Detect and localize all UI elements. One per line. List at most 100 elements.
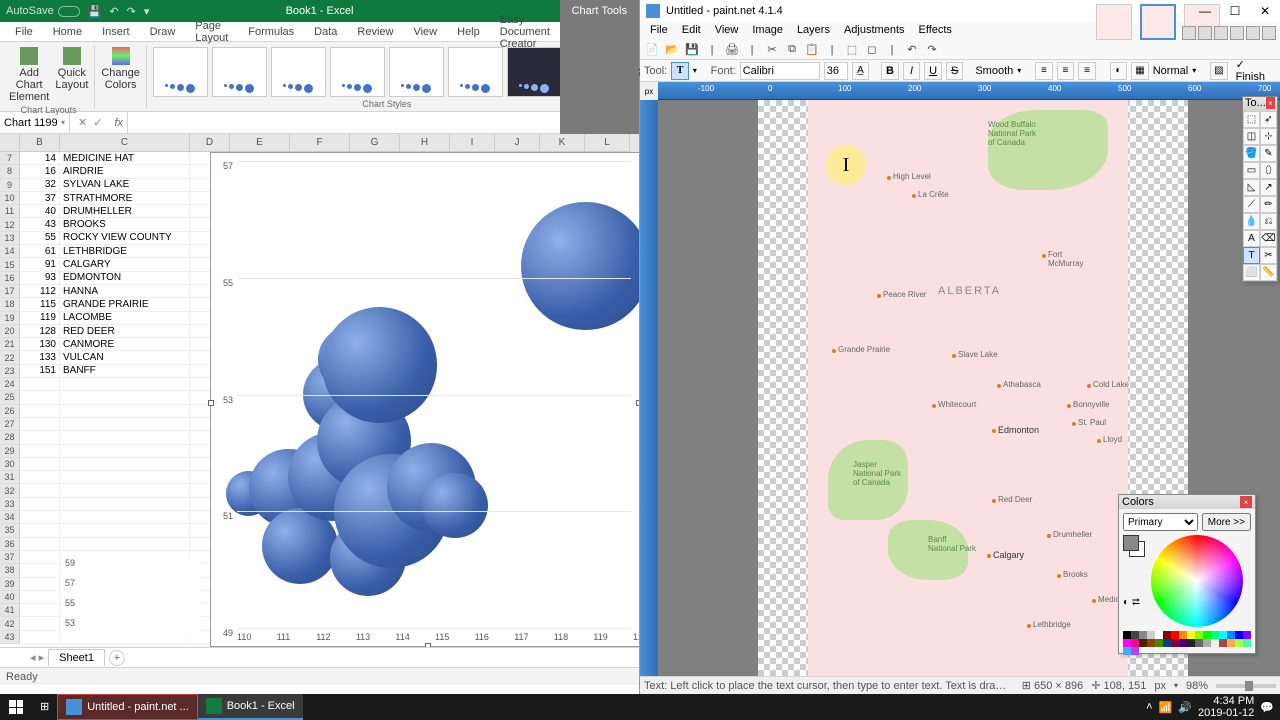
map-image[interactable]: ALBERTA I Wood Buffalo National Park of … [808,100,1128,676]
close-button[interactable]: ✕ [1250,1,1280,21]
palette-swatch[interactable] [1131,647,1139,655]
minimize-button[interactable]: — [1190,1,1220,21]
palette-swatch[interactable] [1147,631,1155,639]
taskbar[interactable]: ⊞ Untitled - paint.net ... Book1 - Excel… [0,694,1280,720]
ribbon-tab-page-layout[interactable]: Page Layout [186,17,237,47]
tool-button[interactable]: ↗ [1260,179,1277,196]
primary-secondary-swatches[interactable] [1123,535,1145,557]
menu-image[interactable]: Image [746,22,789,40]
tool-button[interactable]: ⟋ [1243,196,1260,213]
name-box[interactable]: Chart 1199▾ [0,112,70,133]
palette-swatch[interactable] [1235,639,1243,647]
text-insertion-cursor[interactable]: I [826,145,866,185]
menu-file[interactable]: File [644,22,674,40]
resize-handle[interactable] [636,400,639,406]
palette-swatch[interactable] [1203,639,1211,647]
chart-style-thumb[interactable] [153,47,208,97]
palette-swatch[interactable] [1227,631,1235,639]
palette-swatch[interactable] [1163,631,1171,639]
palette-swatch[interactable] [1219,639,1227,647]
taskbar-item-paintnet[interactable]: Untitled - paint.net ... [57,694,198,720]
ribbon-tab-formulas[interactable]: Formulas [239,23,303,41]
maximize-button[interactable]: ☐ [1220,1,1250,21]
palette-swatch[interactable] [1131,631,1139,639]
palette-swatch[interactable] [1187,631,1195,639]
finish-button[interactable]: ✓ Finish [1236,58,1276,83]
add-chart-element-button[interactable]: Add Chart Element [7,45,51,105]
bold-button[interactable]: B [881,62,899,80]
plot-area[interactable] [237,161,631,626]
ribbon-tab-view[interactable]: View [404,23,446,41]
underline-button[interactable]: U [924,62,942,80]
tools-window[interactable]: To...× ⬚➶◫⊹🪣✎▭⬯◺↗⟋✏💧⎌A⌫T✂⬜📏 [1242,96,1278,282]
tool-button[interactable]: ▭ [1243,162,1260,179]
italic-button[interactable]: I [903,62,921,80]
start-button[interactable] [0,694,32,720]
palette-swatch[interactable] [1219,631,1227,639]
column-headers[interactable]: BCDEFGHIJKL [0,134,639,152]
palette-swatch[interactable] [1227,639,1235,647]
menu-adjustments[interactable]: Adjustments [838,22,911,40]
palette-swatch[interactable] [1171,639,1179,647]
task-view-button[interactable]: ⊞ [32,694,57,720]
palette-swatch[interactable] [1139,639,1147,647]
clock[interactable]: 4:34 PM2019-01-12 [1198,695,1254,719]
sheet-tabs[interactable]: ◂ ▸ Sheet1 + [0,647,639,667]
palette-swatch[interactable] [1243,631,1251,639]
palette-swatch[interactable] [1131,639,1139,647]
chart-style-thumb[interactable] [507,47,562,97]
align-right-button[interactable]: ≡ [1078,62,1096,80]
change-colors-button[interactable]: Change Colors [99,45,142,93]
ribbon-tab-help[interactable]: Help [448,23,489,41]
ribbon-tab-draw[interactable]: Draw [141,23,185,41]
tool-button[interactable]: ✏ [1260,196,1277,213]
font-metrics-button[interactable]: A̲ [852,62,870,80]
bubble-chart[interactable]: 5755535149 11011111211311411511611711811… [210,152,639,647]
align-center-button[interactable]: ≡ [1057,62,1075,80]
align-left-button[interactable]: ≡ [1035,62,1053,80]
zoom-slider[interactable] [1216,684,1276,688]
tool-button[interactable]: ✂ [1260,247,1277,264]
tool-button[interactable]: ➶ [1260,111,1277,128]
palette-swatch[interactable] [1123,631,1131,639]
utility-window-toggles[interactable] [1182,26,1276,40]
text-tool-icon[interactable]: T [671,62,689,80]
menu-edit[interactable]: Edit [676,22,707,40]
palette-swatch[interactable] [1211,639,1219,647]
tool-button[interactable]: ⬯ [1260,162,1277,179]
tool-button[interactable]: A [1243,230,1260,247]
network-icon[interactable]: 📶 [1159,701,1173,714]
antialias-label[interactable]: Smooth [975,65,1013,77]
chart-style-thumb[interactable] [389,47,444,97]
blend-mode-label[interactable]: Normal [1153,65,1188,77]
palette-swatch[interactable] [1155,631,1163,639]
formula-buttons[interactable]: ✕✓ [70,116,110,129]
autosave-toggle[interactable]: AutoSave [6,5,80,17]
palette-swatch[interactable] [1147,639,1155,647]
palette-swatch[interactable] [1195,639,1203,647]
tool-button[interactable]: 📏 [1260,264,1277,281]
spreadsheet-grid[interactable]: BCDEFGHIJKL 714MEDICINE HAT816AIRDRIE932… [0,134,639,647]
palette-swatch[interactable] [1139,631,1147,639]
more-button[interactable]: More >> [1202,513,1251,531]
system-tray[interactable]: ˄ 📶 🔊 4:34 PM2019-01-12 💬 [1146,695,1280,719]
blend-toggle[interactable]: ▦ [1131,62,1149,80]
zoom-level[interactable]: 98% [1186,680,1208,692]
chart-style-thumb[interactable] [212,47,267,97]
tool-button[interactable]: ◺ [1243,179,1260,196]
colors-window[interactable]: Colors× Primary More >> ◐ ⮂ [1118,494,1256,654]
chart-style-thumb[interactable] [448,47,503,97]
add-sheet-button[interactable]: + [109,650,125,666]
ribbon-tab-home[interactable]: Home [44,23,91,41]
close-icon[interactable]: × [1240,496,1252,508]
tool-options-bar[interactable]: Tool: T▾ Font: A̲ B I U S Smooth▾ ≡ ≡ ≡ … [640,60,1280,82]
tool-button[interactable]: ✎ [1260,145,1277,162]
ribbon-tab-review[interactable]: Review [348,23,402,41]
tray-chevron-icon[interactable]: ˄ [1146,701,1152,713]
ribbon-tab-data[interactable]: Data [305,23,346,41]
ribbon-tab-file[interactable]: File [6,23,42,41]
taskbar-item-excel[interactable]: Book1 - Excel [198,694,303,720]
palette-swatch[interactable] [1195,631,1203,639]
resize-handle[interactable] [208,400,214,406]
palette-swatch[interactable] [1123,647,1131,655]
